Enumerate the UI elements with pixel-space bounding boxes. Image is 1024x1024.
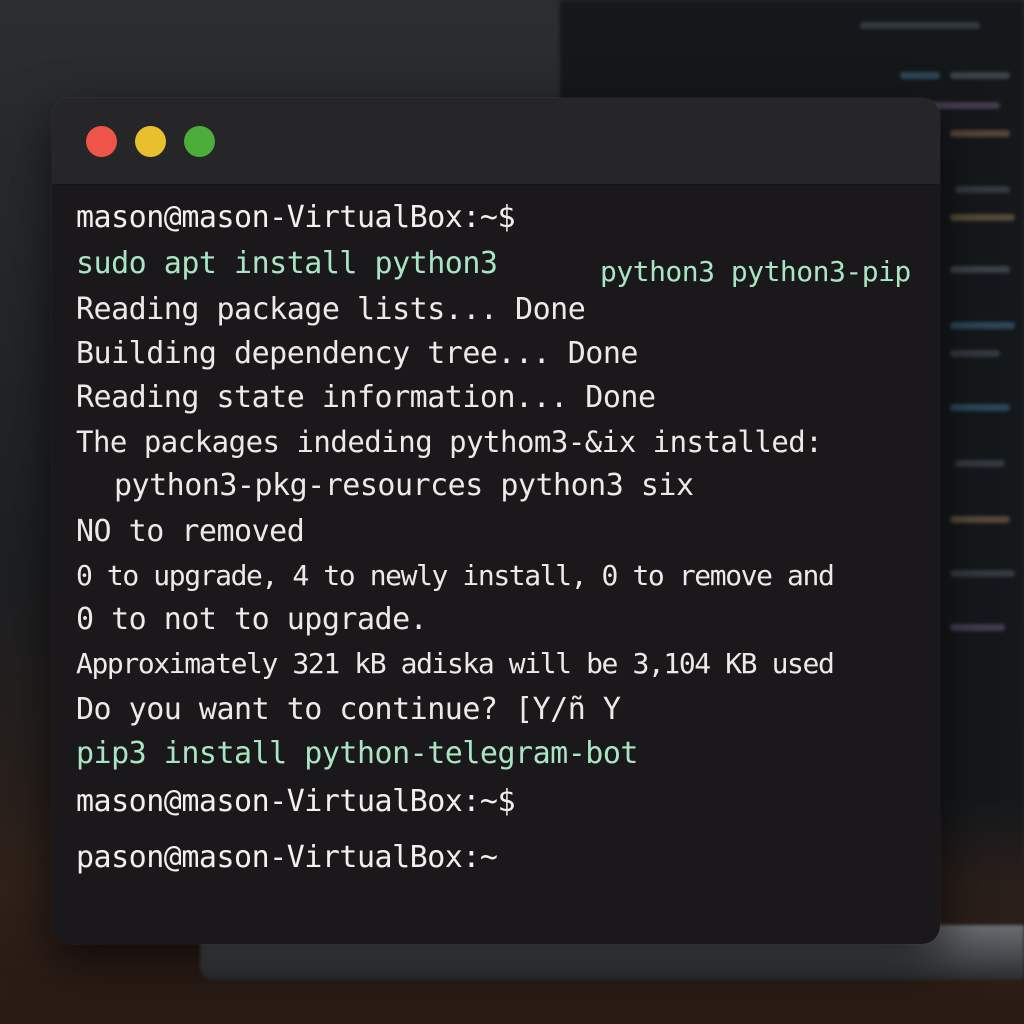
background-code-line	[950, 322, 1015, 329]
background-code-line	[955, 460, 1005, 467]
terminal-output-line: python3-pkg-resources python3 six	[114, 468, 694, 503]
terminal-command-line: pip3 install python-telegram-bot	[76, 736, 638, 771]
background-code-line	[950, 130, 1010, 137]
terminal-output-line: NO to removed	[76, 514, 305, 549]
terminal-prompt-line: mason@mason-VirtualBox:~$	[76, 200, 516, 235]
maximize-dot-icon[interactable]	[184, 126, 215, 157]
terminal-output[interactable]: mason@mason-VirtualBox:~$ sudo apt insta…	[76, 200, 934, 920]
background-code-line	[950, 266, 1010, 273]
terminal-output-line: Do you want to continue? [Y/ñ Y	[76, 692, 621, 727]
background-code-line	[950, 570, 1015, 577]
terminal-output-line: The packages indeding pythom3-&ix instal…	[76, 425, 823, 459]
background-code-line	[950, 350, 1000, 357]
background-code-line	[950, 72, 1010, 79]
terminal-prompt-line: mason@mason-VirtualBox:~$	[76, 784, 516, 819]
background-code-line	[930, 102, 1000, 109]
terminal-window[interactable]: mason@mason-VirtualBox:~$ sudo apt insta…	[52, 98, 940, 944]
close-dot-icon[interactable]	[86, 126, 117, 157]
terminal-output-line: Approximately 321 kB adiska will be 3,10…	[76, 647, 835, 680]
terminal-output-line: 0 to not to upgrade.	[76, 602, 428, 637]
background-code-line	[900, 72, 940, 79]
terminal-titlebar[interactable]	[52, 98, 940, 185]
background-code-line	[950, 516, 1010, 523]
terminal-output-line: Building dependency tree... Done	[76, 336, 638, 371]
terminal-output-line: Reading package lists... Done	[76, 292, 586, 327]
background-code-line	[950, 404, 1010, 411]
terminal-command-line: sudo apt install python3	[76, 246, 498, 281]
background-code-line	[955, 186, 1010, 193]
background-code-line	[860, 22, 980, 29]
terminal-output-line: Reading state information... Done	[76, 380, 656, 415]
minimize-dot-icon[interactable]	[135, 126, 166, 157]
background-code-line	[950, 624, 1005, 631]
terminal-command-line: python3 python3-pip	[600, 255, 911, 288]
terminal-output-line: 0 to upgrade, 4 to newly install, 0 to r…	[76, 559, 835, 592]
terminal-prompt-line: pason@mason-VirtualBox:~	[76, 840, 498, 875]
background-code-line	[950, 214, 1015, 221]
